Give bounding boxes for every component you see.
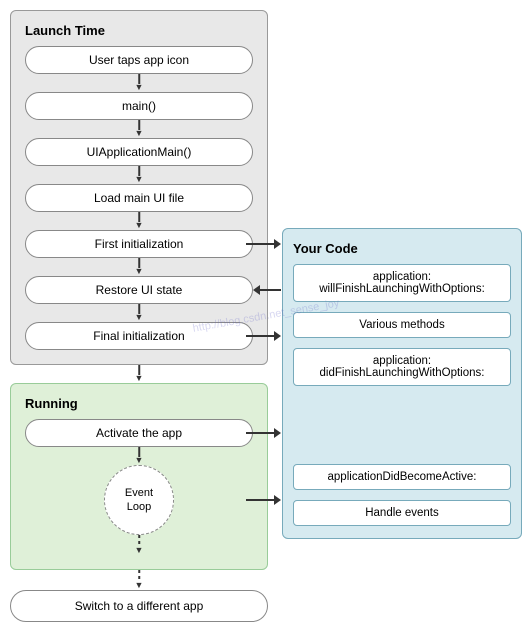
event-loop-text: Event Loop <box>125 486 153 515</box>
did-finish-box: application: didFinishLaunchingWithOptio… <box>293 348 511 386</box>
arrow-1 <box>25 74 253 92</box>
connector-final-init <box>246 331 281 341</box>
line-final-init <box>246 335 274 337</box>
arrowhead-restore-left <box>253 285 260 295</box>
line-restore <box>260 289 281 291</box>
diagram-container: Launch Time User taps app icon main() UI… <box>10 10 522 622</box>
yc-space-3 <box>293 386 511 396</box>
will-finish-box: application: willFinishLaunchingWithOpti… <box>293 264 511 302</box>
your-code-section: Your Code application: willFinishLaunchi… <box>282 228 522 539</box>
various-box: Various methods <box>293 312 511 338</box>
arrow-loop-bottom <box>25 535 253 555</box>
bottom-box: Switch to a different app <box>10 590 268 622</box>
connector-activate <box>246 428 281 438</box>
load-ui-box: Load main UI file <box>25 184 253 212</box>
arrow-3 <box>25 166 253 184</box>
left-column: Launch Time User taps app icon main() UI… <box>10 10 268 622</box>
event-loop-circle: Event Loop <box>104 465 174 535</box>
connector-event-loop <box>246 495 281 505</box>
launch-label: Launch Time <box>25 23 253 38</box>
arrow-4 <box>25 212 253 230</box>
arrowhead-activate <box>274 428 281 438</box>
line-first-init <box>246 243 274 245</box>
final-init-box: Final initialization <box>25 322 253 350</box>
main-box: main() <box>25 92 253 120</box>
arrow-5 <box>25 258 253 276</box>
arrowhead-final-init <box>274 331 281 341</box>
first-init-box: First initialization <box>25 230 253 258</box>
spacer-top <box>282 10 522 228</box>
uiappmain-box: UIApplicationMain() <box>25 138 253 166</box>
line-event-loop <box>246 499 274 501</box>
yc-gap <box>293 396 511 464</box>
yc-space-4 <box>293 490 511 500</box>
line-activate <box>246 432 274 434</box>
become-active-box: applicationDidBecomeActive: <box>293 464 511 490</box>
yc-space-2 <box>293 338 511 348</box>
activate-box: Activate the app <box>25 419 253 447</box>
arrow-2 <box>25 120 253 138</box>
yc-space-1 <box>293 302 511 312</box>
connector-restore-right <box>253 285 281 295</box>
connector-first-init <box>246 239 281 249</box>
your-code-label: Your Code <box>293 241 511 256</box>
arrow-activate-loop <box>25 447 253 465</box>
handle-events-box: Handle events <box>293 500 511 526</box>
right-column: Your Code application: willFinishLaunchi… <box>282 10 522 539</box>
running-label: Running <box>25 396 253 411</box>
launch-section: Launch Time User taps app icon main() UI… <box>10 10 268 365</box>
arrowhead-first-init <box>274 239 281 249</box>
arrow-6 <box>25 304 253 322</box>
restore-ui-box: Restore UI state <box>25 276 253 304</box>
diagram-wrapper: http://blog.csdn.net_sense_joy Launch Ti… <box>10 10 522 622</box>
running-section: Running Activate the app <box>10 383 268 570</box>
arrowhead-event-loop <box>274 495 281 505</box>
user-taps-box: User taps app icon <box>25 46 253 74</box>
